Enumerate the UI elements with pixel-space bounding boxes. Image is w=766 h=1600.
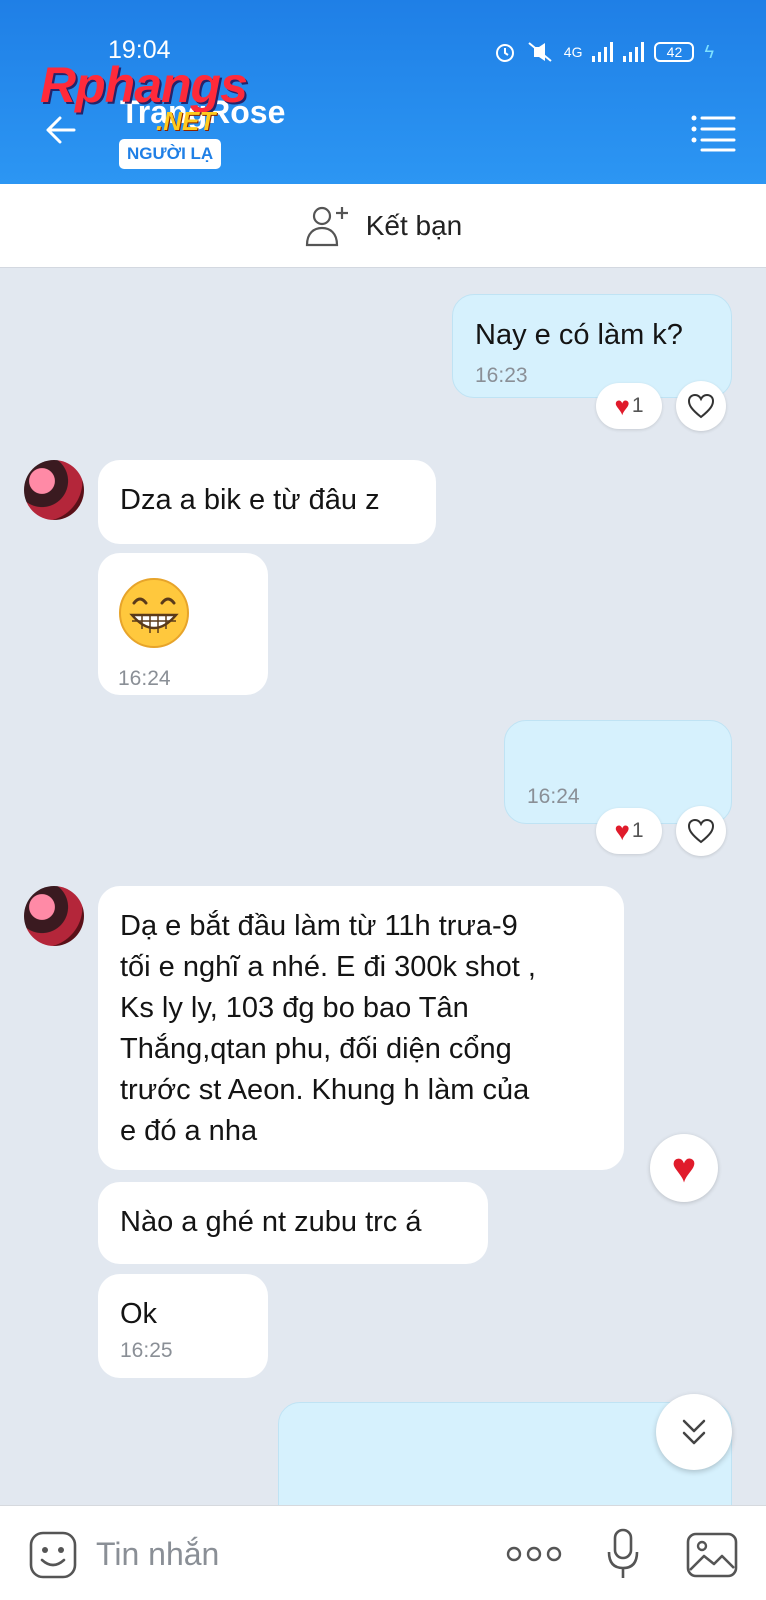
message-bubble-incoming[interactable]: Dạ e bắt đầu làm từ 11h trưa-9 tối e ngh… — [98, 886, 624, 1170]
message-line: Thắng,qtan phu, đối diện cổng — [120, 1033, 512, 1065]
reaction-count: 1 — [631, 819, 644, 842]
message-time: 16:24 — [527, 785, 580, 808]
message-text: Dza a bik e từ đâu z — [120, 484, 380, 516]
chat-header: 19:04 4G 42 ϟ TrangRose Rphangs .NET NGƯ… — [0, 0, 766, 184]
message-line: Ks ly ly, 103 đg bo bao Tân — [120, 992, 469, 1024]
message-line: tối e nghĩ a nhé. E đi 300k shot , — [120, 951, 536, 983]
add-user-icon — [305, 206, 348, 246]
message-line: Dạ e bắt đầu làm từ 11h trưa-9 — [120, 910, 518, 942]
back-arrow-icon[interactable] — [38, 110, 78, 150]
heart-icon: ♥ — [671, 1144, 697, 1191]
message-line: trước st Aeon. Khung h làm của — [120, 1074, 530, 1106]
watermark-logo-suffix: .NET — [156, 106, 216, 136]
reaction-heart-button[interactable]: ♥ — [650, 1134, 718, 1202]
watermark-logo: Rphangs — [40, 57, 248, 113]
heart-outline-icon — [687, 393, 715, 419]
status-icons: 4G 42 ϟ — [494, 38, 714, 66]
message-line: e đó a nha — [120, 1115, 258, 1147]
message-bubble-incoming[interactable]: Nào a ghé nt zubu trc á — [98, 1182, 488, 1264]
react-heart-button[interactable] — [676, 806, 726, 856]
image-gallery-icon[interactable] — [686, 1532, 738, 1578]
mute-icon — [528, 42, 552, 62]
heart-icon: ♥ — [614, 391, 630, 421]
menu-list-icon[interactable] — [690, 112, 736, 152]
message-text: Ok — [120, 1298, 158, 1330]
heart-icon: ♥ — [614, 816, 630, 846]
signal-icon-2 — [623, 42, 645, 62]
message-bubble-incoming[interactable]: Dza a bik e từ đâu z — [98, 460, 436, 544]
message-composer — [0, 1505, 766, 1600]
network-type: 4G — [563, 44, 583, 60]
message-bubble-sticker[interactable]: 16:24 — [98, 553, 268, 695]
add-friend-label: Kết bạn — [365, 209, 463, 241]
message-time: 16:23 — [475, 364, 528, 387]
message-time: 16:25 — [120, 1339, 173, 1362]
heart-outline-icon — [687, 818, 715, 844]
grinning-face-icon — [119, 578, 189, 648]
alarm-icon — [495, 44, 514, 62]
react-heart-button[interactable] — [676, 381, 726, 431]
scroll-to-bottom-button[interactable] — [656, 1394, 732, 1470]
message-bubble-incoming[interactable]: Ok 16:25 — [98, 1274, 268, 1378]
avatar[interactable] — [24, 886, 84, 946]
charging-icon: ϟ — [704, 41, 714, 62]
add-friend-button[interactable]: Kết bạn — [0, 184, 766, 268]
battery-icon: 42 — [654, 42, 695, 62]
message-time: 16:24 — [118, 667, 171, 690]
reaction-summary[interactable]: ♥ 1 — [596, 383, 662, 429]
reaction-count: 1 — [631, 394, 644, 417]
emoji-sticker-icon[interactable] — [28, 1530, 78, 1580]
message-text: Nào a ghé nt zubu trc á — [120, 1206, 422, 1238]
chevron-double-down-icon — [682, 1419, 706, 1445]
message-text: Nay e có làm k? — [475, 319, 683, 351]
signal-icon — [592, 42, 614, 62]
message-input[interactable] — [96, 1526, 476, 1582]
stranger-badge: NGƯỜI LẠ — [119, 139, 222, 169]
microphone-icon[interactable] — [606, 1528, 640, 1580]
reaction-summary[interactable]: ♥ 1 — [596, 808, 662, 854]
more-options-icon[interactable] — [506, 1544, 562, 1564]
avatar[interactable] — [24, 460, 84, 520]
